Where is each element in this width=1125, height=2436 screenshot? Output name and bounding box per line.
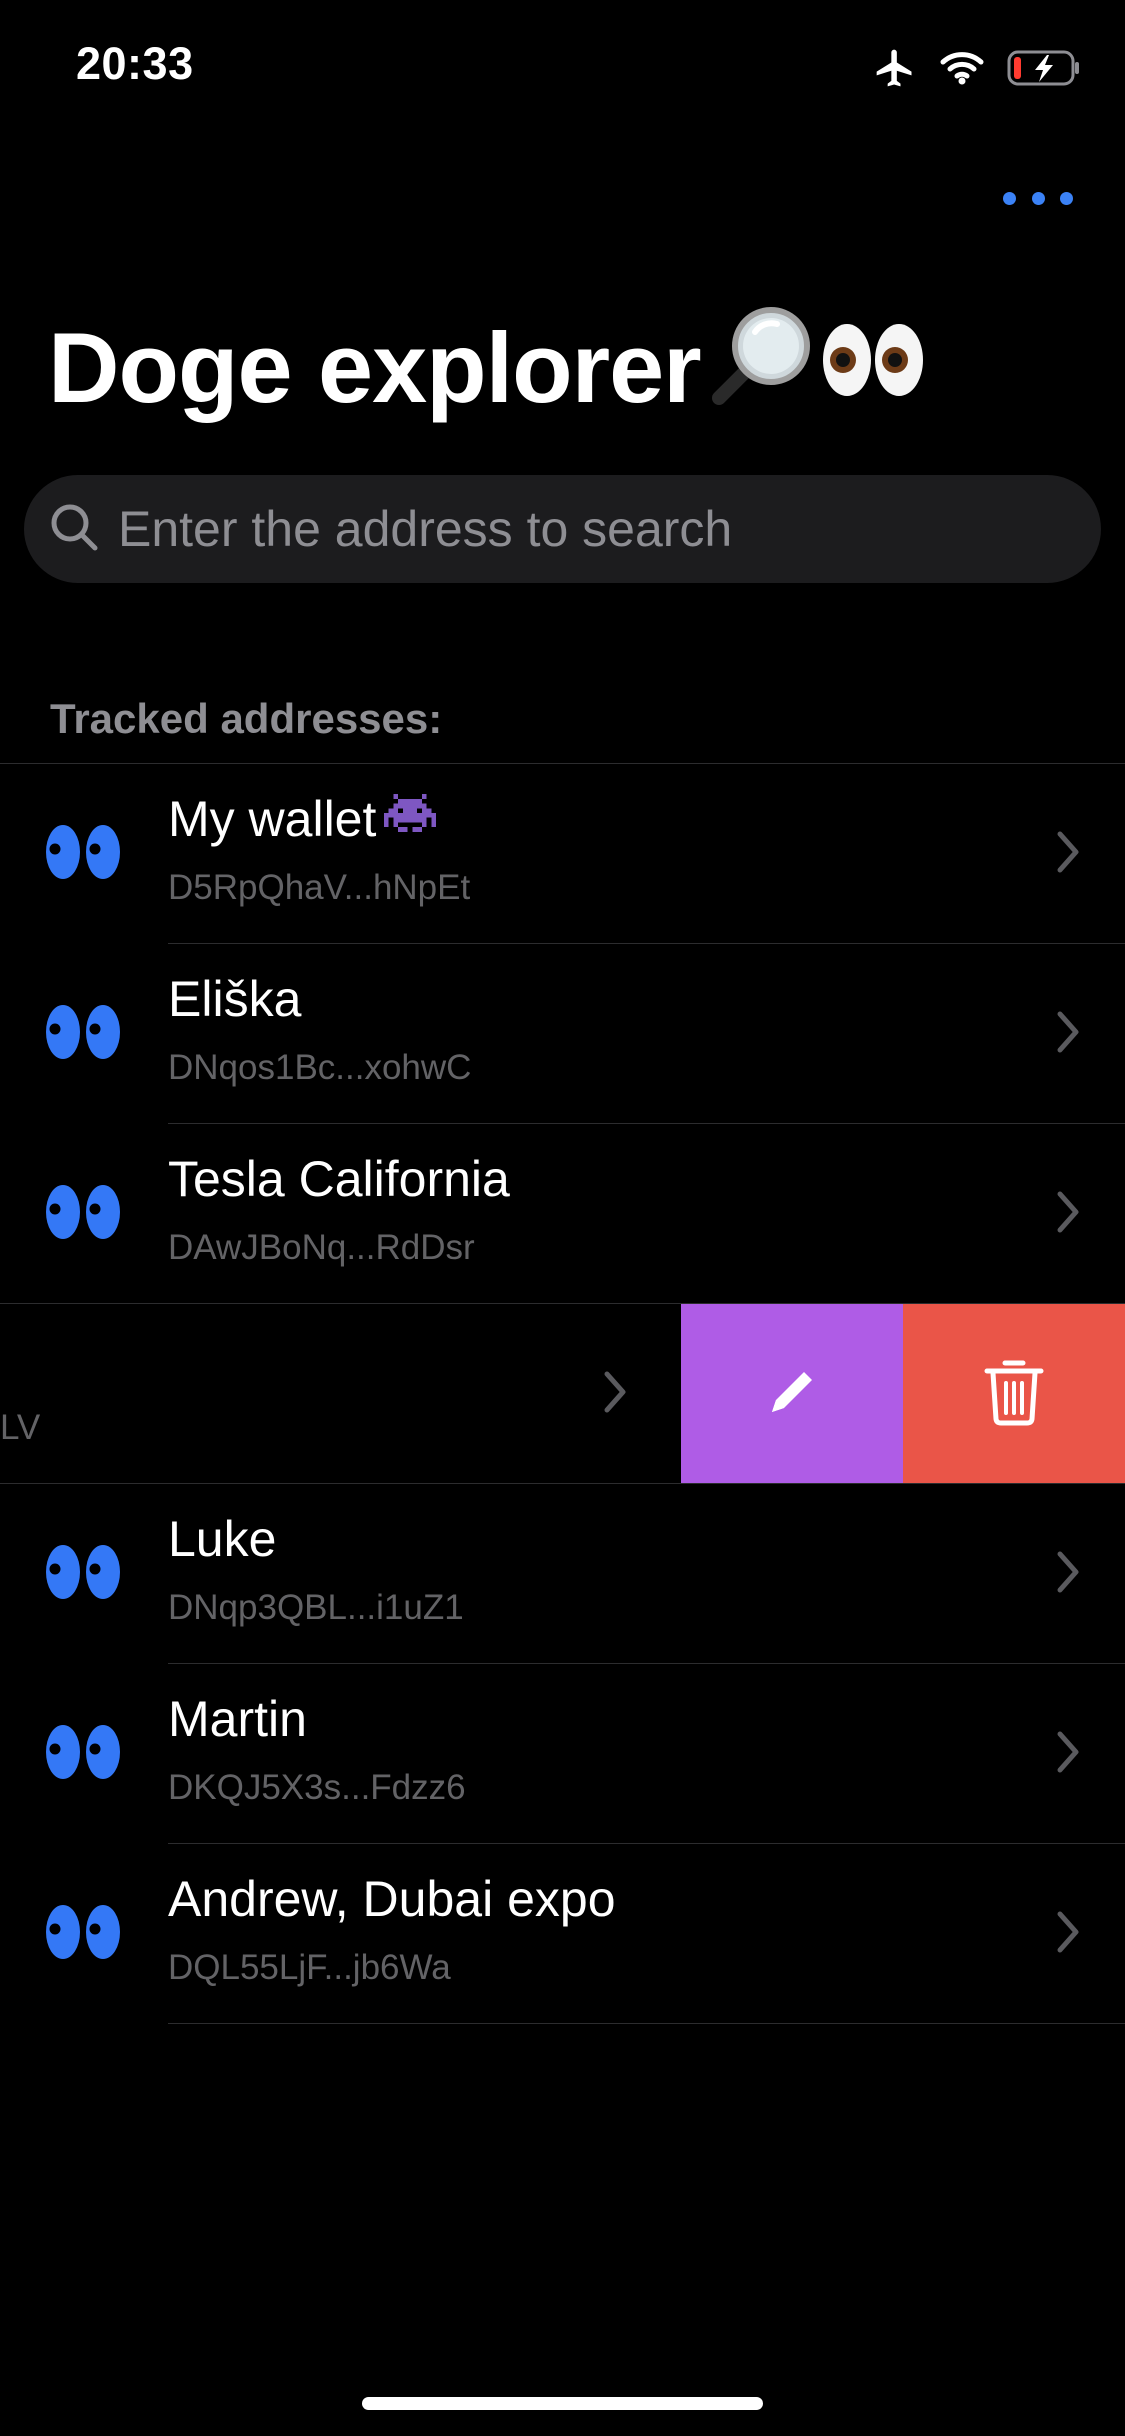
tracked-address-row[interactable]: Eliška DNqos1Bc...xohwC [0,944,1125,1124]
status-icons [873,46,1081,95]
tracked-address-row[interactable]: My wallet D5RpQhaV...hNpEt [0,764,1125,944]
edit-button[interactable] [681,1304,903,1484]
eyes-icon [44,1002,122,1067]
status-bar: 20:33 [0,0,1125,136]
title-emojis [707,300,927,435]
address-name: Andrew, Dubai expo [168,1871,616,1927]
chevron-right-icon [1055,830,1081,879]
magnifier-icon [707,300,819,435]
trash-icon [983,1357,1045,1432]
address-value: LV [0,1408,41,1447]
page-title-text: Doge explorer [48,311,702,423]
chevron-right-icon [1055,1550,1081,1599]
delete-button[interactable] [903,1304,1125,1484]
tracked-address-row-swiped[interactable]: LV [0,1304,1125,1484]
eyes-icon [44,1722,122,1787]
airplane-icon [873,46,917,95]
home-indicator[interactable] [362,2397,763,2410]
chevron-right-icon [1055,1730,1081,1779]
eyes-icon [44,1542,122,1607]
wifi-icon [939,50,985,91]
pencil-icon [762,1362,822,1427]
tracked-address-row[interactable]: Martin DKQJ5X3s...Fdzz6 [0,1664,1125,1844]
eyes-icon [819,311,927,425]
more-options-button[interactable] [1003,178,1073,218]
battery-charging-icon [1007,49,1081,92]
eyes-icon [44,1902,122,1967]
ellipsis-dot [1003,191,1016,205]
address-value: DNqp3QBL...i1uZ1 [168,1588,464,1627]
alien-monster-icon [384,790,437,848]
address-name: Martin [168,1691,307,1747]
section-header: Tracked addresses: [50,695,443,742]
address-value: DQL55LjF...jb6Wa [168,1948,451,1987]
divider [168,2023,1125,2024]
chevron-right-icon [1055,1190,1081,1239]
ellipsis-dot [1060,191,1073,205]
status-time: 20:33 [76,38,194,89]
address-value: D5RpQhaV...hNpEt [168,868,471,907]
ellipsis-dot [1031,191,1045,205]
address-name: My wallet [168,790,437,848]
address-value: DAwJBoNq...RdDsr [168,1228,475,1267]
page-title: Doge explorer [48,300,927,435]
search-input[interactable] [116,499,1080,559]
address-name-text: My wallet [168,791,377,847]
tracked-address-row[interactable]: Luke DNqp3QBL...i1uZ1 [0,1484,1125,1664]
address-name: Eliška [168,971,302,1027]
address-value: DKQJ5X3s...Fdzz6 [168,1768,466,1807]
search-bar[interactable] [24,475,1101,583]
address-name: Tesla California [168,1151,510,1207]
eyes-icon [44,1182,122,1247]
chevron-right-icon [602,1370,628,1419]
chevron-right-icon [1055,1910,1081,1959]
eyes-icon [44,822,122,887]
swiped-row-content[interactable]: LV [0,1304,680,1484]
tracked-address-row[interactable]: Tesla California DAwJBoNq...RdDsr [0,1124,1125,1304]
chevron-right-icon [1055,1010,1081,1059]
tracked-address-row[interactable]: Andrew, Dubai expo DQL55LjF...jb6Wa [0,1844,1125,2024]
address-value: DNqos1Bc...xohwC [168,1048,472,1087]
address-name: Luke [168,1511,277,1567]
search-icon [48,501,100,558]
